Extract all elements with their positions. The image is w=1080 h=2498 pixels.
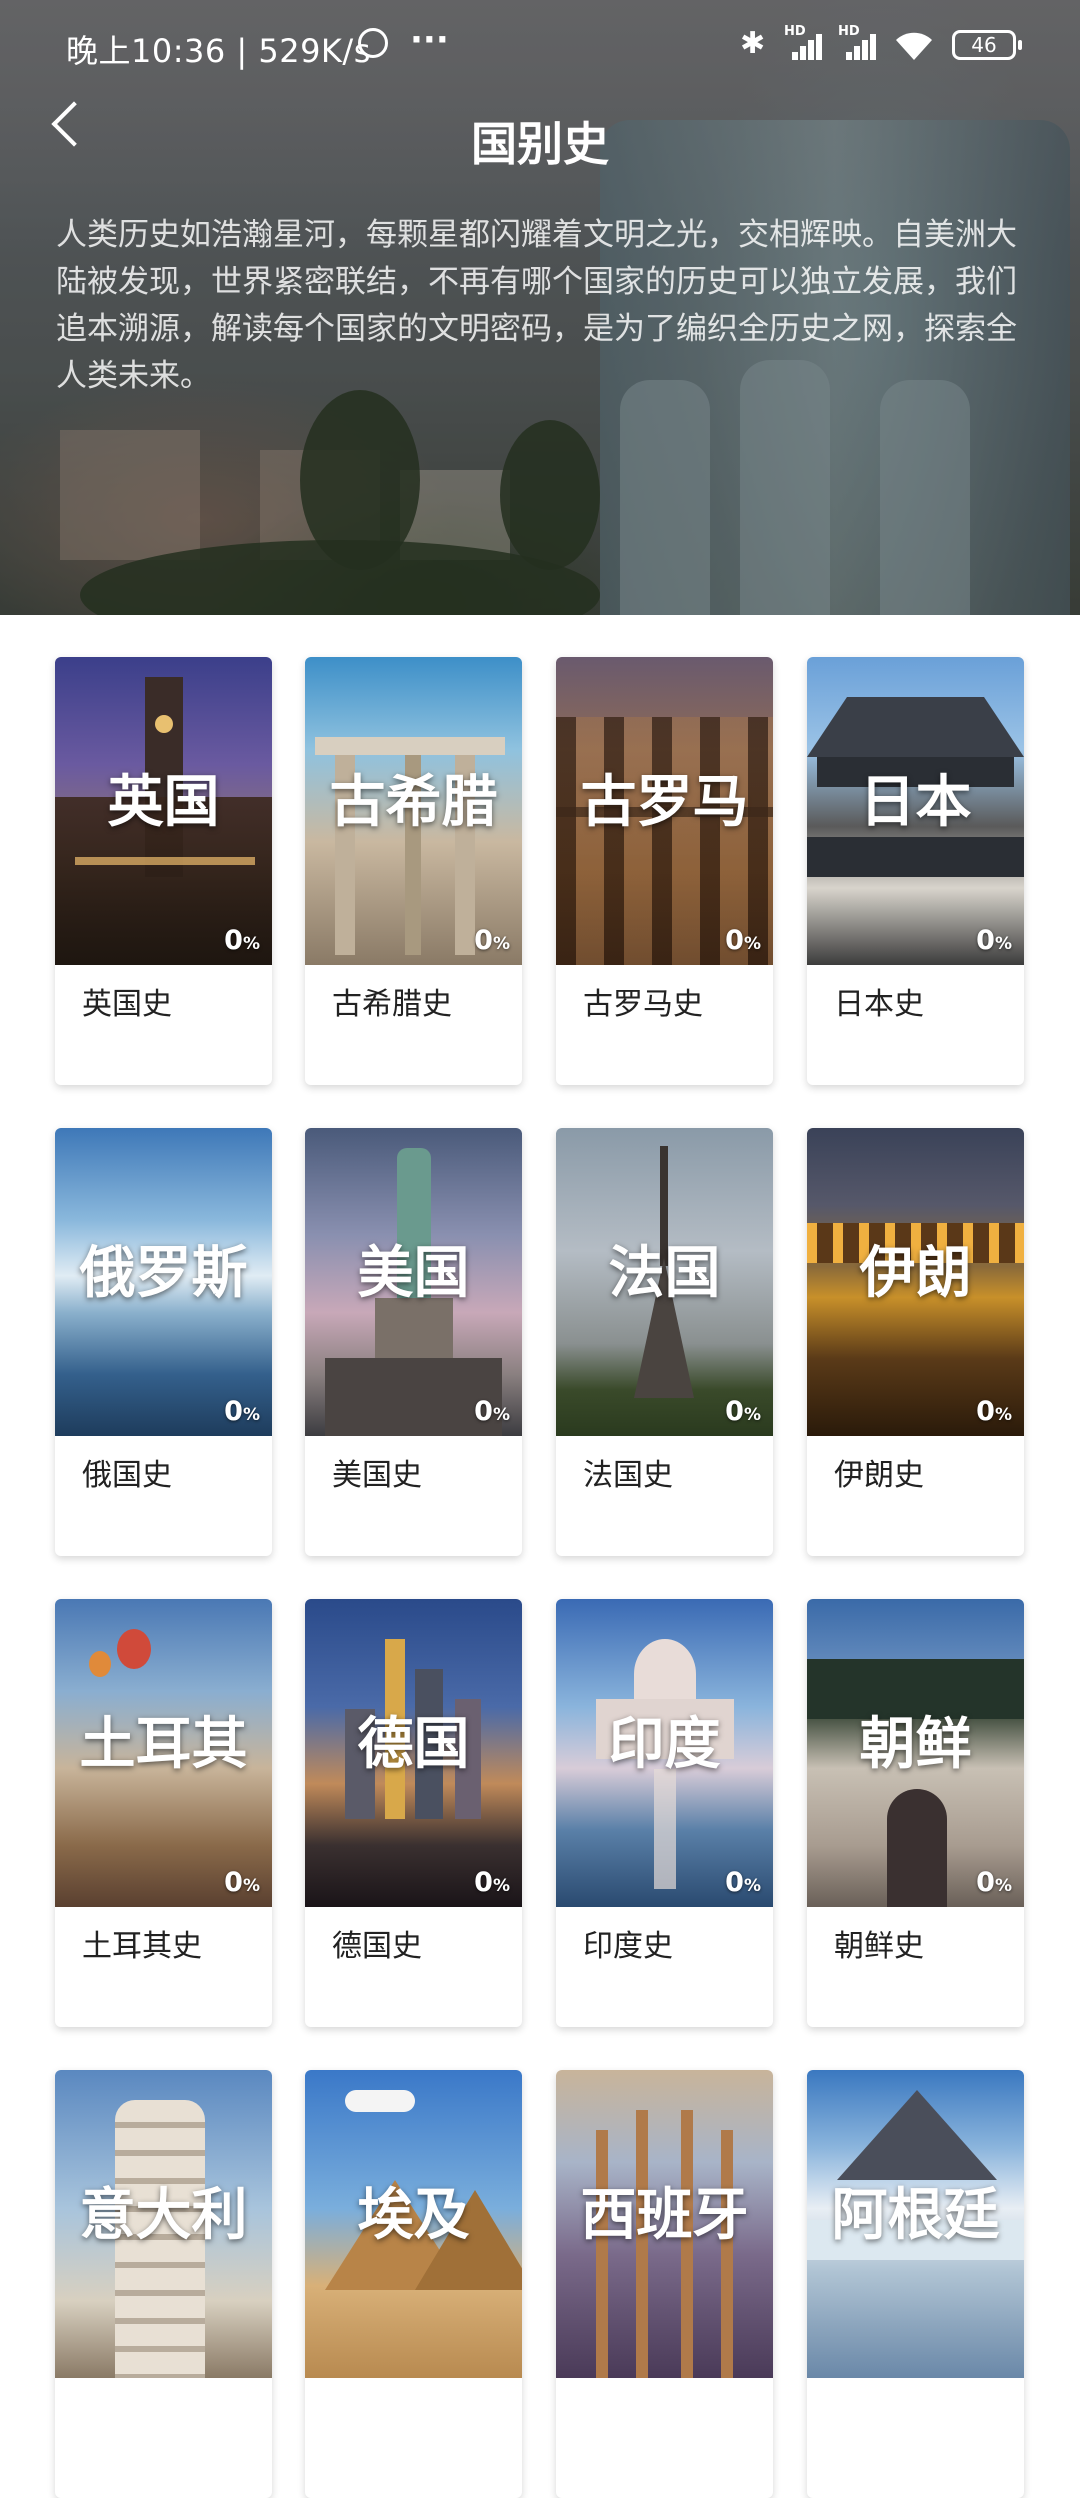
progress-percent: 0% — [725, 1867, 761, 1898]
country-card[interactable]: 德国 0% 德国史 — [305, 1599, 522, 2027]
card-title: 西班牙 — [580, 2182, 749, 2248]
card-title: 古希腊 — [329, 769, 498, 835]
card-label: 美国史 — [332, 1458, 422, 1493]
country-card[interactable]: 西班牙 — [556, 2070, 773, 2498]
card-title: 德国 — [357, 1711, 470, 1777]
card-label: 古罗马史 — [583, 987, 703, 1022]
country-card[interactable]: 英国 0% 英国史 — [55, 657, 272, 1085]
country-card[interactable]: 古希腊 0% 古希腊史 — [305, 657, 522, 1085]
country-card[interactable]: 印度 0% 印度史 — [556, 1599, 773, 2027]
progress-percent: 0% — [474, 1396, 510, 1427]
signal-icon — [784, 30, 828, 60]
country-card[interactable]: 朝鲜 0% 朝鲜史 — [807, 1599, 1024, 2027]
card-title: 俄罗斯 — [79, 1240, 248, 1306]
card-label: 英国史 — [82, 987, 172, 1022]
card-label: 土耳其史 — [82, 1929, 202, 1964]
country-card[interactable]: 土耳其 0% 土耳其史 — [55, 1599, 272, 2027]
card-title: 阿根廷 — [831, 2182, 1000, 2248]
card-title: 朝鲜 — [859, 1711, 972, 1777]
card-title: 印度 — [608, 1711, 721, 1777]
card-label: 德国史 — [332, 1929, 422, 1964]
header-banner: 晚上10:36 | 529K/s ··· ✱ HD HD 46 国别史 人类历史… — [0, 0, 1080, 615]
progress-percent: 0% — [224, 1396, 260, 1427]
signal-icon — [838, 30, 882, 60]
battery-icon: 46 — [952, 30, 1022, 60]
card-title: 伊朗 — [859, 1240, 972, 1306]
card-title: 美国 — [357, 1240, 470, 1306]
progress-percent: 0% — [224, 1867, 260, 1898]
card-label: 日本史 — [834, 987, 924, 1022]
status-time: 晚上10:36 | 529K/s — [66, 32, 371, 70]
card-label: 伊朗史 — [834, 1458, 924, 1493]
card-title: 意大利 — [79, 2182, 248, 2248]
progress-percent: 0% — [474, 1867, 510, 1898]
progress-percent: 0% — [976, 925, 1012, 956]
progress-percent: 0% — [474, 925, 510, 956]
more-notifications-icon: ··· — [410, 20, 449, 60]
alarm-icon — [358, 28, 388, 58]
card-label: 古希腊史 — [332, 987, 452, 1022]
card-title: 土耳其 — [79, 1711, 248, 1777]
card-label: 法国史 — [583, 1458, 673, 1493]
card-title: 古罗马 — [580, 769, 749, 835]
wifi-icon — [896, 32, 932, 60]
bluetooth-icon: ✱ — [740, 26, 766, 61]
page-title: 国别史 — [471, 117, 609, 171]
progress-percent: 0% — [976, 1867, 1012, 1898]
country-card[interactable]: 日本 0% 日本史 — [807, 657, 1024, 1085]
progress-percent: 0% — [725, 925, 761, 956]
card-title: 日本 — [859, 769, 972, 835]
country-card[interactable]: 古罗马 0% 古罗马史 — [556, 657, 773, 1085]
status-bar: 晚上10:36 | 529K/s ··· ✱ HD HD 46 — [0, 0, 1080, 92]
country-card[interactable]: 阿根廷 — [807, 2070, 1024, 2498]
card-title: 法国 — [608, 1240, 721, 1306]
country-card[interactable]: 伊朗 0% 伊朗史 — [807, 1128, 1024, 1556]
country-card[interactable]: 美国 0% 美国史 — [305, 1128, 522, 1556]
progress-percent: 0% — [725, 1396, 761, 1427]
card-label: 俄国史 — [82, 1458, 172, 1493]
country-card[interactable]: 埃及 — [305, 2070, 522, 2498]
progress-percent: 0% — [224, 925, 260, 956]
country-card[interactable]: 俄罗斯 0% 俄国史 — [55, 1128, 272, 1556]
progress-percent: 0% — [976, 1396, 1012, 1427]
card-title: 埃及 — [357, 2182, 470, 2248]
intro-text: 人类历史如浩瀚星河，每颗星都闪耀着文明之光，交相辉映。自美洲大陆被发现，世界紧密… — [56, 217, 1017, 394]
card-label: 印度史 — [583, 1929, 673, 1964]
card-title: 英国 — [107, 769, 220, 835]
card-label: 朝鲜史 — [834, 1929, 924, 1964]
country-card[interactable]: 法国 0% 法国史 — [556, 1128, 773, 1556]
country-card[interactable]: 意大利 — [55, 2070, 272, 2498]
